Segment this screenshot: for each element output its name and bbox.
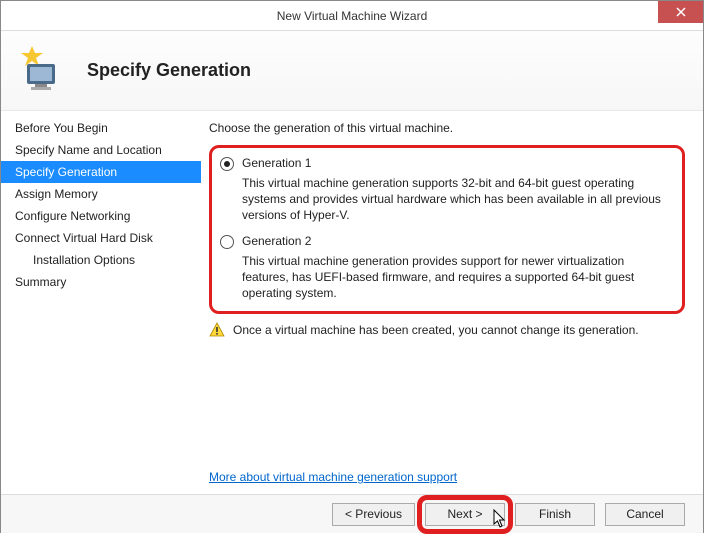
sidebar-item-connect-vhd[interactable]: Connect Virtual Hard Disk <box>1 227 201 249</box>
warning-row: Once a virtual machine has been created,… <box>209 322 685 338</box>
sidebar-item-assign-memory[interactable]: Assign Memory <box>1 183 201 205</box>
radio-desc-generation-2: This virtual machine generation provides… <box>242 253 674 302</box>
window-title: New Virtual Machine Wizard <box>1 9 703 23</box>
wizard-steps-sidebar: Before You Begin Specify Name and Locati… <box>1 111 201 494</box>
warning-text: Once a virtual machine has been created,… <box>233 323 639 337</box>
radio-generation-1[interactable]: Generation 1 <box>220 156 674 171</box>
sidebar-item-summary[interactable]: Summary <box>1 271 201 293</box>
titlebar: New Virtual Machine Wizard <box>1 1 703 31</box>
radio-label-generation-2: Generation 2 <box>242 234 311 248</box>
content-area: Before You Begin Specify Name and Locati… <box>1 111 703 494</box>
radio-desc-generation-1: This virtual machine generation supports… <box>242 175 674 224</box>
sidebar-item-configure-networking[interactable]: Configure Networking <box>1 205 201 227</box>
prompt-text: Choose the generation of this virtual ma… <box>209 121 685 135</box>
next-button-highlight: Next > <box>425 503 505 526</box>
cancel-button[interactable]: Cancel <box>605 503 685 526</box>
sidebar-item-specify-name[interactable]: Specify Name and Location <box>1 139 201 161</box>
warning-icon <box>209 322 225 338</box>
next-button[interactable]: Next > <box>425 503 505 526</box>
sidebar-item-before-you-begin[interactable]: Before You Begin <box>1 117 201 139</box>
previous-button[interactable]: < Previous <box>332 503 415 526</box>
sidebar-item-specify-generation[interactable]: Specify Generation <box>1 161 201 183</box>
main-panel: Choose the generation of this virtual ma… <box>201 111 703 494</box>
close-button[interactable] <box>658 1 703 23</box>
sidebar-item-installation-options[interactable]: Installation Options <box>1 249 201 271</box>
radio-input-generation-1[interactable] <box>220 157 234 171</box>
radio-label-generation-1: Generation 1 <box>242 156 311 170</box>
radio-input-generation-2[interactable] <box>220 235 234 249</box>
generation-options-highlight: Generation 1 This virtual machine genera… <box>209 145 685 314</box>
wizard-header: Specify Generation <box>1 31 703 111</box>
finish-button[interactable]: Finish <box>515 503 595 526</box>
radio-generation-2[interactable]: Generation 2 <box>220 234 674 249</box>
wizard-icon <box>19 46 69 96</box>
close-icon <box>676 7 686 17</box>
page-title: Specify Generation <box>87 60 251 81</box>
more-info-link[interactable]: More about virtual machine generation su… <box>209 470 457 484</box>
wizard-footer: < Previous Next > Finish Cancel <box>1 494 703 533</box>
